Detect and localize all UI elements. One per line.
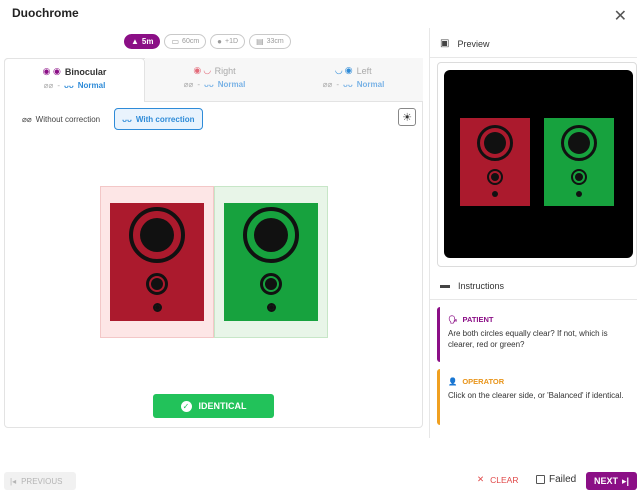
glasses-off-icon: ⌀⌀ — [183, 80, 194, 89]
glasses-icon: ᴗᴗ — [203, 80, 214, 89]
without-correction-button[interactable]: ⌀⌀ Without correction — [14, 108, 108, 130]
red-side-area[interactable] — [100, 186, 214, 338]
distance-chip-33cm[interactable]: ▤ 33cm — [249, 34, 291, 49]
tab-left[interactable]: ◡ ◉ Left ⌀⌀ - ᴗᴗ Normal — [284, 58, 423, 102]
instructions-header: ▬ Instructions — [430, 272, 637, 300]
person-icon: 👤 — [448, 377, 458, 386]
operator-instruction: 👤 OPERATOR Click on the clearer side, or… — [437, 369, 637, 425]
eye-tabs: ◉ ◉ Binocular ⌀⌀ - ᴗᴗ Normal ◉ ◡ Right ⌀… — [4, 58, 423, 102]
medium-dot — [151, 278, 163, 290]
glasses-off-icon: ⌀⌀ — [43, 81, 54, 90]
preview-header: ▣ Preview — [430, 30, 637, 58]
lens-icon: ● — [217, 37, 223, 46]
clear-button[interactable]: ✕ CLEAR — [477, 474, 518, 485]
skip-previous-icon: |◂ — [10, 476, 17, 486]
column-divider — [429, 28, 430, 438]
close-icon: ✕ — [477, 474, 485, 484]
monitor-icon: ▭ — [171, 37, 180, 46]
preview-small-dot — [492, 191, 498, 197]
distance-chip-60cm[interactable]: ▭ 60cm — [164, 34, 207, 49]
small-dot — [269, 305, 274, 310]
preview-medium-dot — [575, 173, 583, 181]
check-circle-icon: ✓ — [180, 400, 192, 412]
failed-checkbox[interactable]: Failed — [536, 474, 576, 485]
previous-button[interactable]: |◂ PREVIOUS — [4, 472, 76, 490]
glasses-off-icon: ⌀⌀ — [22, 114, 32, 124]
subtitles-icon: ▬ — [440, 280, 450, 291]
preview-screen — [444, 70, 633, 258]
both-eyes-icon: ◉ ◉ — [42, 66, 61, 76]
tab-right[interactable]: ◉ ◡ Right ⌀⌀ - ᴗᴗ Normal — [145, 58, 284, 102]
tab-binocular[interactable]: ◉ ◉ Binocular ⌀⌀ - ᴗᴗ Normal — [4, 58, 145, 102]
distance-chip-plus1d[interactable]: ● +1D — [210, 34, 246, 49]
correction-toggle: ⌀⌀ Without correction ᴗᴗ With correction — [14, 108, 203, 130]
preview-large-dot — [484, 132, 506, 154]
preview-red-panel — [460, 118, 530, 206]
book-icon: ▤ — [256, 37, 264, 46]
speaking-person-icon: 🗣 — [448, 315, 458, 324]
large-dot — [140, 218, 174, 252]
close-icon[interactable]: ✕ — [614, 6, 627, 26]
preview-medium-dot — [491, 173, 499, 181]
preview-small-dot — [576, 191, 582, 197]
next-button[interactable]: NEXT ▸| — [586, 472, 637, 490]
brightness-button[interactable]: ☀ — [398, 108, 416, 126]
checkbox-icon[interactable] — [536, 475, 545, 484]
skip-next-icon: ▸| — [621, 475, 630, 486]
small-dot — [155, 305, 160, 310]
distance-chip-5m[interactable]: ▲ 5m — [124, 34, 161, 49]
medium-dot — [265, 278, 277, 290]
sun-icon: ☀ — [402, 111, 412, 124]
green-panel[interactable] — [224, 203, 318, 321]
distance-selector: ▲ 5m ▭ 60cm ● +1D ▤ 33cm — [124, 34, 291, 49]
green-side-area[interactable] — [214, 186, 328, 338]
mountain-icon: ▲ — [131, 37, 139, 46]
dialog-title: Duochrome — [12, 6, 79, 20]
preview-large-dot — [568, 132, 590, 154]
glasses-off-icon: ⌀⌀ — [322, 80, 333, 89]
patient-instruction: 🗣 PATIENT Are both circles equally clear… — [437, 307, 637, 362]
red-panel[interactable] — [110, 203, 204, 321]
large-dot — [254, 218, 288, 252]
image-icon: ▣ — [440, 38, 450, 49]
left-eye-icon: ◡ ◉ — [335, 65, 353, 75]
with-correction-button[interactable]: ᴗᴗ With correction — [114, 108, 203, 130]
identical-button[interactable]: ✓ IDENTICAL — [153, 394, 274, 418]
glasses-icon: ᴗᴗ — [122, 114, 132, 124]
right-eye-icon: ◉ ◡ — [193, 65, 211, 75]
preview-green-panel — [544, 118, 614, 206]
glasses-icon: ᴗᴗ — [63, 81, 74, 90]
glasses-icon: ᴗᴗ — [342, 80, 353, 89]
